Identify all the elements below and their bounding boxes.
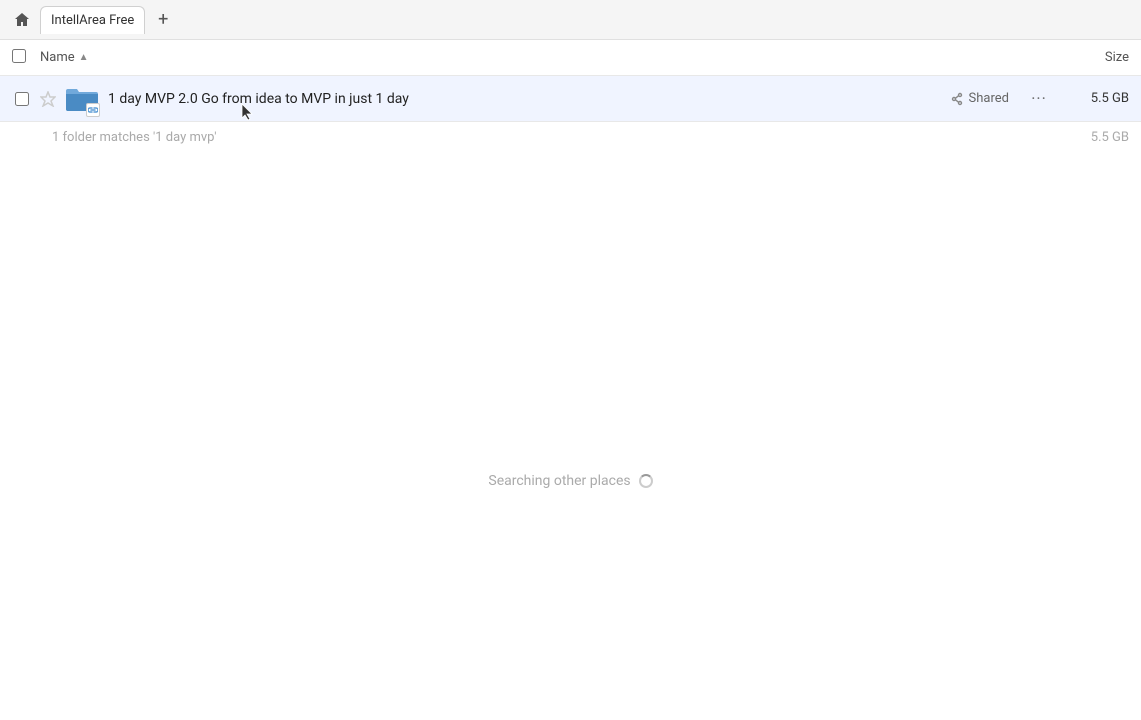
matches-text: 1 folder matches '1 day mvp' <box>52 130 217 145</box>
shared-badge[interactable]: Shared <box>950 91 1009 106</box>
size-column-header[interactable]: Size <box>1049 50 1129 65</box>
column-header: Name ▲ Size <box>0 40 1141 76</box>
size-label: Size <box>1105 50 1129 65</box>
name-label: Name <box>40 50 75 65</box>
searching-row: Searching other places <box>0 473 1141 489</box>
folder-icon <box>64 81 100 117</box>
loading-spinner <box>639 474 653 488</box>
sort-icon: ▲ <box>79 52 89 63</box>
file-row[interactable]: 1 day MVP 2.0 Go from idea to MVP in jus… <box>0 76 1141 122</box>
top-bar: IntellArea Free + <box>0 0 1141 40</box>
more-icon: ··· <box>1031 89 1047 108</box>
file-name: 1 day MVP 2.0 Go from idea to MVP in jus… <box>108 91 950 107</box>
current-tab[interactable]: IntellArea Free <box>40 6 145 34</box>
file-size: 5.5 GB <box>1069 91 1129 106</box>
star-button[interactable] <box>38 89 58 109</box>
tab-label: IntellArea Free <box>51 13 134 28</box>
new-tab-button[interactable]: + <box>149 6 177 34</box>
searching-text: Searching other places <box>488 473 630 489</box>
name-column-header[interactable]: Name ▲ <box>40 50 1049 65</box>
home-button[interactable] <box>8 6 36 34</box>
row-checkbox[interactable] <box>12 92 32 106</box>
matches-size: 5.5 GB <box>1091 130 1129 145</box>
more-options-button[interactable]: ··· <box>1025 85 1053 113</box>
select-all-checkbox[interactable] <box>12 49 32 67</box>
shared-label: Shared <box>969 91 1009 106</box>
new-tab-icon: + <box>158 9 168 30</box>
matches-row: 1 folder matches '1 day mvp' 5.5 GB <box>0 122 1141 153</box>
